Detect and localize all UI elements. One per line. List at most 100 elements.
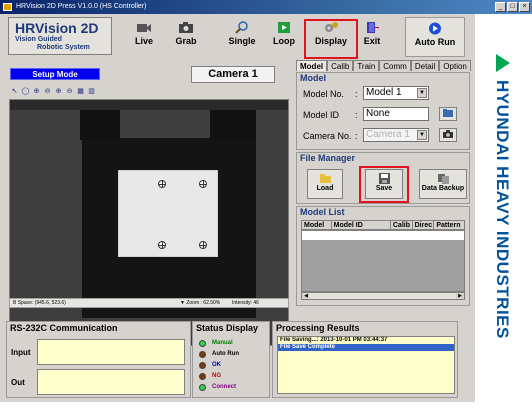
image-edge-top <box>10 100 288 110</box>
app-logo: HRVision 2D Vision Guided Robotic System <box>8 17 112 55</box>
camera-no-label-text: Camera No. <box>303 131 352 141</box>
pixel-coordinates: B Space: (945.6, 523.6) <box>13 300 66 306</box>
col-calib[interactable]: Calib <box>391 221 413 229</box>
auto-run-button[interactable]: Auto Run <box>405 17 465 57</box>
tab-calib[interactable]: Calib <box>327 60 354 71</box>
minimize-button[interactable]: _ <box>495 2 506 12</box>
camera-no-select[interactable]: Camera 1 ▼ <box>363 128 429 142</box>
fiducial-marker <box>158 180 166 188</box>
folder-open-icon <box>319 174 331 183</box>
loop-button-label: Loop <box>273 36 295 46</box>
grid-alt-icon[interactable]: ▥ <box>87 87 96 96</box>
status-led-label: OK <box>212 362 221 368</box>
save-highlight-box <box>359 166 409 203</box>
col-direc[interactable]: Direc <box>413 221 435 229</box>
horizontal-scrollbar[interactable]: ◀ ▶ <box>301 292 465 300</box>
bottom-strip <box>0 402 532 418</box>
model-list-title: Model List <box>300 207 345 217</box>
processing-results-log[interactable]: File Saving...: 2013-10-01 PM 03:44:37 Fi… <box>277 336 455 394</box>
app-window: HRVision 2D Press V1.0.0 (HS Controller)… <box>0 0 532 418</box>
rs232-panel: RS-232C Communication Input Out <box>6 321 191 398</box>
exit-button[interactable]: Exit <box>357 17 387 57</box>
separator: : <box>355 89 358 99</box>
zoom-in-icon[interactable]: ⊕ <box>32 87 41 96</box>
separator: : <box>355 131 358 141</box>
camera-icon <box>443 130 453 138</box>
close-button[interactable]: × <box>519 2 530 12</box>
tab-comm[interactable]: Comm <box>379 60 411 71</box>
data-backup-button-label: Data Backup <box>421 185 465 192</box>
load-button[interactable]: Load <box>307 169 343 199</box>
model-id-label: Model ID <box>303 110 339 120</box>
exit-button-label: Exit <box>363 36 381 46</box>
setup-mode-label: Setup Mode <box>10 68 100 80</box>
out-field[interactable] <box>37 369 185 395</box>
fixture-shape <box>210 110 256 140</box>
model-id-browse-button[interactable] <box>439 107 457 121</box>
model-list-table[interactable] <box>301 230 465 292</box>
grab-button[interactable]: Grab <box>167 17 205 57</box>
camera-capture-button[interactable] <box>439 128 457 142</box>
zoom-out-2-icon[interactable]: ⊖ <box>65 87 74 96</box>
camera-no-value: Camera 1 <box>366 129 410 140</box>
hyundai-mark-icon <box>496 54 510 72</box>
scroll-right-icon[interactable]: ▶ <box>456 293 464 299</box>
rs232-title: RS-232C Communication <box>10 323 118 333</box>
fiducial-marker <box>158 241 166 249</box>
grid-icon[interactable]: ▦ <box>76 87 85 96</box>
live-button[interactable]: Live <box>124 17 164 57</box>
single-button[interactable]: Single <box>222 17 262 57</box>
loop-button[interactable]: Loop <box>265 17 303 57</box>
model-id-field[interactable]: None <box>363 107 429 121</box>
loop-arrow-icon <box>278 22 290 33</box>
file-manager-title: File Manager <box>300 153 356 163</box>
status-led-label: Auto Run <box>212 351 239 357</box>
window-title: HRVision 2D Press V1.0.0 (HS Controller) <box>16 3 147 10</box>
status-led-icon <box>199 362 206 369</box>
col-model-id[interactable]: Model ID <box>332 221 391 229</box>
zoom-out-icon[interactable]: ⊖ <box>43 87 52 96</box>
zoom-in-2-icon[interactable]: ⊕ <box>54 87 63 96</box>
camera-image[interactable] <box>9 99 289 346</box>
status-led-label: Manual <box>212 340 233 346</box>
model-list-header: Model Model ID Calib Direc Pattern <box>301 220 465 230</box>
display-highlight-box <box>304 19 358 59</box>
logo-subtitle-2: Robotic System <box>37 44 90 51</box>
col-model[interactable]: Model <box>302 221 332 229</box>
chevron-down-icon[interactable]: ▼ <box>417 88 427 98</box>
app-icon <box>3 3 12 11</box>
input-field[interactable] <box>37 339 185 365</box>
fiducial-marker <box>199 241 207 249</box>
single-button-label: Single <box>228 36 256 46</box>
camera-icon <box>179 22 193 33</box>
status-led-icon <box>199 373 206 380</box>
status-led-icon <box>199 384 206 391</box>
chevron-down-icon[interactable]: ▼ <box>417 130 427 140</box>
col-pattern[interactable]: Pattern <box>434 221 464 229</box>
zoom-level: ▼ Zoom : 62.50% <box>180 300 221 306</box>
tab-train[interactable]: Train <box>353 60 380 71</box>
data-backup-button[interactable]: Data Backup <box>419 169 467 199</box>
settings-panel: Model Calib Train Comm Detail Option Mod… <box>296 60 471 310</box>
tab-detail[interactable]: Detail <box>410 60 440 71</box>
model-no-select[interactable]: Model 1 ▼ <box>363 86 429 100</box>
window-controls: _ □ × <box>495 2 530 12</box>
image-tools: ↖ ◯ ⊕ ⊖ ⊕ ⊖ ▦ ▥ <box>10 87 96 97</box>
status-led-label: Connect <box>212 384 236 390</box>
table-row[interactable] <box>302 231 464 240</box>
tab-option[interactable]: Option <box>439 60 471 71</box>
log-line[interactable]: File Saving...: 2013-10-01 PM 03:44:37 <box>278 337 454 344</box>
ellipse-tool-icon[interactable]: ◯ <box>21 87 30 96</box>
maximize-button[interactable]: □ <box>507 2 518 12</box>
scroll-left-icon[interactable]: ◀ <box>302 293 310 299</box>
processing-results-panel: Processing Results File Saving...: 2013-… <box>272 321 458 398</box>
status-led-icon <box>199 340 206 347</box>
pointer-tool-icon[interactable]: ↖ <box>10 87 19 96</box>
input-label: Input <box>11 348 31 357</box>
log-line[interactable]: File Save Complete <box>278 344 454 351</box>
tab-model[interactable]: Model <box>296 60 328 71</box>
magnifier-icon <box>235 21 248 34</box>
status-display-title: Status Display <box>196 323 259 333</box>
backup-copy-icon <box>437 174 449 184</box>
pixel-intensity: Intensity: 46 <box>232 300 259 306</box>
